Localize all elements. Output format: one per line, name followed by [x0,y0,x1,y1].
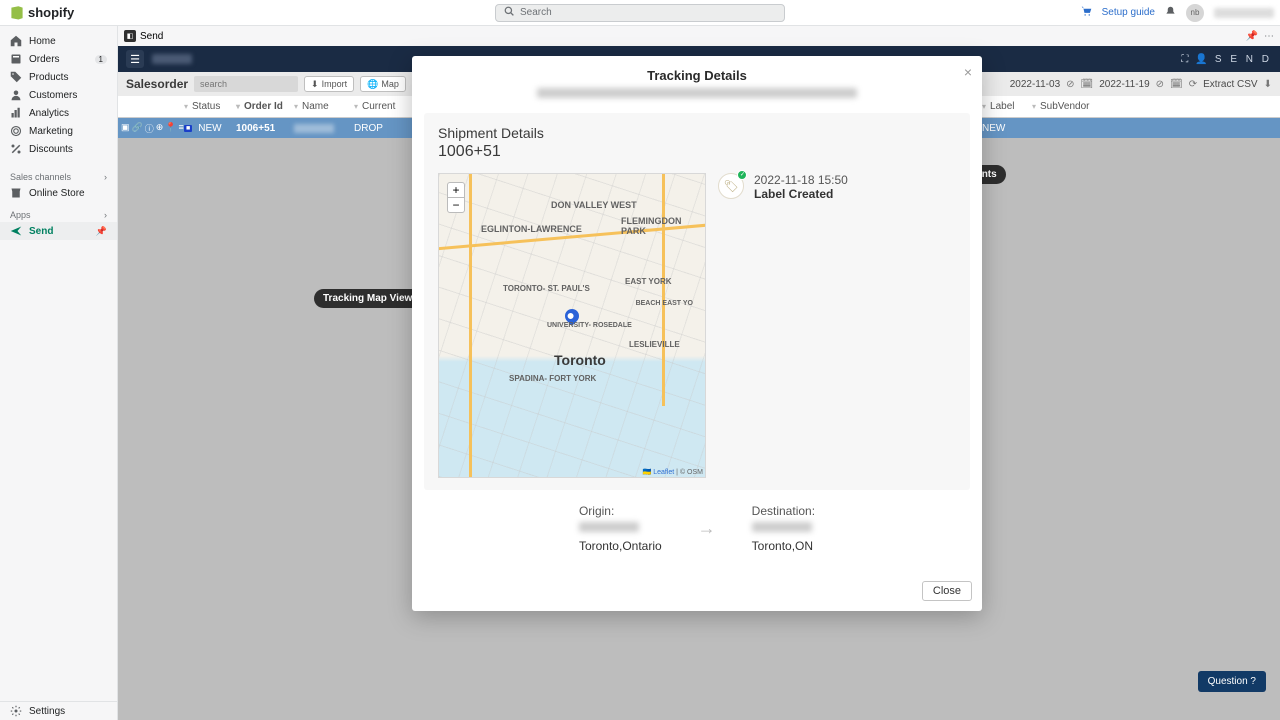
arrow-right-icon: → [698,518,716,539]
gear-icon [10,705,22,717]
sidebar-item-products[interactable]: Products [0,68,117,86]
sidebar-item-discounts[interactable]: Discounts [0,140,117,158]
sidebar-item-send[interactable]: Send 📌 [0,222,117,240]
sidebar-item-label: Customers [29,90,77,101]
close-button[interactable]: Close [922,581,972,601]
orders-badge: 1 [95,55,107,64]
logo-icon [10,6,24,20]
setup-guide-link[interactable]: Setup guide [1102,7,1155,18]
tracking-map[interactable]: +− Toronto DON VALLEY WEST EGLINTON-LAWR… [438,173,706,478]
zoom-control[interactable]: +− [447,182,465,213]
bell-icon[interactable] [1165,6,1176,20]
search-placeholder: Search [520,7,552,18]
send-icon [10,225,22,237]
map-attribution: 🇺🇦 Leaflet | © OSM [643,468,703,476]
sidebar-section-apps: Apps› [0,202,117,222]
store-icon [10,187,22,199]
sidebar-item-settings[interactable]: Settings [0,702,117,720]
chart-icon [10,107,22,119]
chevron-right-icon[interactable]: › [104,172,107,182]
tracking-modal: × Tracking Details Shipment Details 1006… [412,56,982,611]
cart-icon [1081,6,1092,20]
sidebar-item-marketing[interactable]: Marketing [0,122,117,140]
sidebar-item-label: Settings [29,706,65,717]
target-icon [10,125,22,137]
origin-block: Origin: Toronto,Ontario [579,504,662,553]
shipment-id: 1006+51 [438,143,956,161]
close-icon[interactable]: × [964,64,972,80]
sidebar-item-orders[interactable]: Orders 1 [0,50,117,68]
tag-icon [10,71,22,83]
modal-subtitle [412,85,982,103]
brand-name: shopify [28,5,74,20]
sidebar-item-home[interactable]: Home [0,32,117,50]
check-icon [737,170,747,180]
event-timestamp: 2022-11-18 15:50 [754,173,848,187]
sidebar-item-online-store[interactable]: Online Store [0,184,117,202]
chevron-right-icon[interactable]: › [104,210,107,220]
sidebar-item-label: Discounts [29,144,73,155]
home-icon [10,35,22,47]
orders-icon [10,53,22,65]
event-label: Label Created [754,187,848,201]
tracking-events: 🏷 2022-11-18 15:50 Label Created [718,173,956,478]
sidebar-item-customers[interactable]: Customers [0,86,117,104]
question-button[interactable]: Question ? [1198,671,1266,692]
sidebar-item-label: Orders [29,54,60,65]
sidebar-item-analytics[interactable]: Analytics [0,104,117,122]
modal-title: Tracking Details [412,56,982,85]
store-name[interactable] [1214,8,1274,18]
percent-icon [10,143,22,155]
shopify-logo: shopify [10,5,74,20]
user-icon [10,89,22,101]
search-icon [504,6,514,19]
sidebar: Home Orders 1 Products Customers Analytic… [0,26,118,720]
zoom-out-button[interactable]: − [448,198,464,212]
destination-block: Destination: Toronto,ON [752,504,815,553]
avatar[interactable]: nb [1186,4,1204,22]
sidebar-item-label: Analytics [29,108,69,119]
zoom-in-button[interactable]: + [448,183,464,198]
shipment-heading: Shipment Details [438,125,956,141]
sidebar-section-sales: Sales channels› [0,164,117,184]
map-city-label: Toronto [554,352,606,368]
pin-icon[interactable]: 📌 [96,226,107,237]
sidebar-item-label: Online Store [29,188,85,199]
sidebar-item-label: Marketing [29,126,73,137]
sidebar-item-label: Send [29,226,53,237]
global-search[interactable]: Search [495,4,785,22]
sidebar-item-label: Home [29,36,56,47]
sidebar-item-label: Products [29,72,68,83]
